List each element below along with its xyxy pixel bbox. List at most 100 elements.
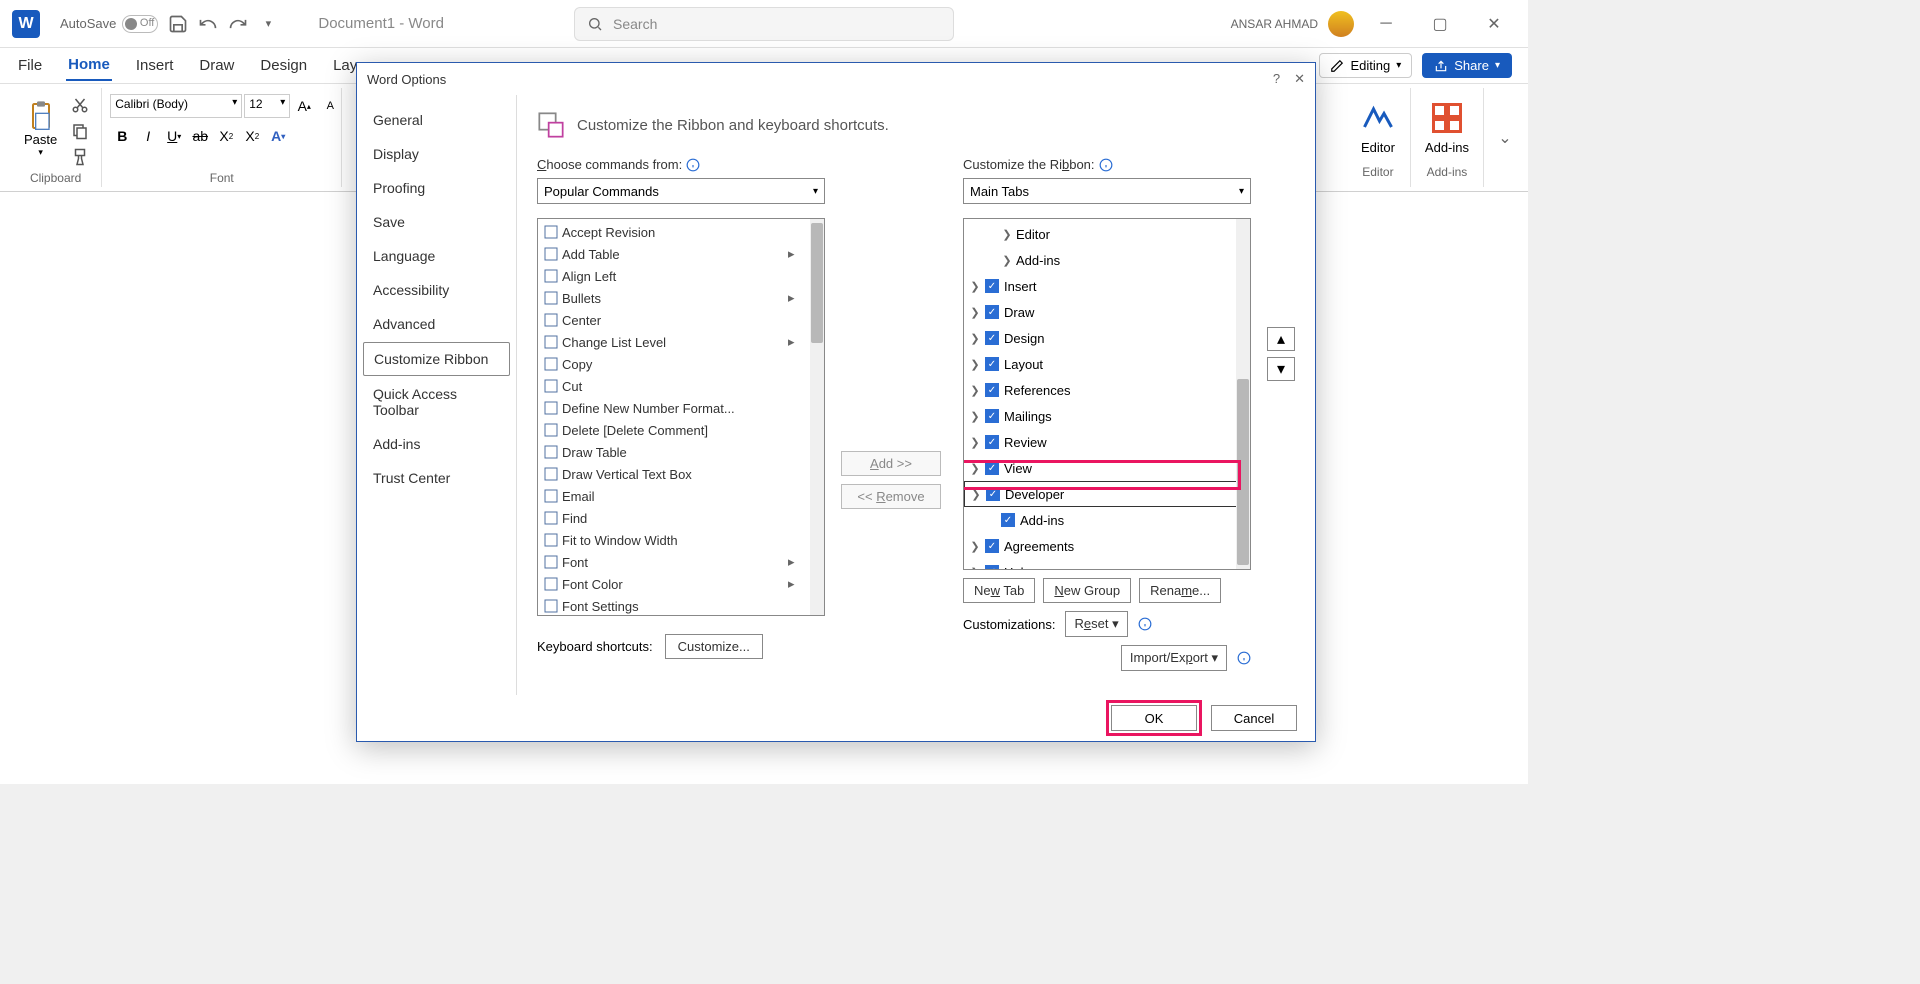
command-item[interactable]: Font▸ (538, 551, 824, 573)
strikethrough-button[interactable]: ab (188, 124, 212, 148)
bold-button[interactable]: B (110, 124, 134, 148)
increase-font-icon[interactable]: A▴ (292, 94, 316, 118)
info-icon[interactable] (1237, 651, 1251, 665)
command-item[interactable]: Font Settings (538, 595, 824, 616)
expander-icon[interactable]: ❯ (969, 488, 983, 501)
format-painter-icon[interactable] (71, 148, 89, 166)
nav-display[interactable]: Display (363, 138, 510, 170)
checkbox[interactable] (985, 305, 999, 319)
command-item[interactable]: Copy (538, 353, 824, 375)
add-button[interactable]: Add >> (841, 451, 941, 476)
command-item[interactable]: Align Left (538, 265, 824, 287)
tree-item-design[interactable]: ❯Design (964, 325, 1250, 351)
scrollbar[interactable] (810, 219, 824, 615)
command-item[interactable]: Delete [Delete Comment] (538, 419, 824, 441)
tab-draw[interactable]: Draw (197, 51, 236, 80)
ribbon-expand-button[interactable]: ⌄ (1492, 125, 1518, 151)
commands-listbox[interactable]: Accept RevisionAdd Table▸Align LeftBulle… (537, 218, 825, 616)
command-item[interactable]: Draw Vertical Text Box (538, 463, 824, 485)
expander-icon[interactable]: ❯ (968, 462, 982, 475)
checkbox[interactable] (985, 539, 999, 553)
info-icon[interactable] (1138, 617, 1152, 631)
font-name-select[interactable]: Calibri (Body)▾ (110, 94, 242, 118)
tab-home[interactable]: Home (66, 50, 112, 81)
expander-icon[interactable]: ❯ (968, 306, 982, 319)
underline-button[interactable]: U▾ (162, 124, 186, 148)
italic-button[interactable]: I (136, 124, 160, 148)
ribbon-tabs-select[interactable]: Main Tabs ▾ (963, 178, 1251, 204)
tree-item-developer[interactable]: ❯Developer (964, 481, 1250, 507)
share-button[interactable]: Share ▾ (1422, 53, 1512, 78)
addins-icon[interactable] (1429, 100, 1465, 136)
font-size-select[interactable]: 12▾ (244, 94, 290, 118)
expander-icon[interactable]: ❯ (968, 384, 982, 397)
tree-item-layout[interactable]: ❯Layout (964, 351, 1250, 377)
tab-file[interactable]: File (16, 51, 44, 80)
tree-item-insert[interactable]: ❯Insert (964, 273, 1250, 299)
cut-icon[interactable] (71, 96, 89, 114)
tree-item-editor[interactable]: ❯Editor (964, 221, 1250, 247)
expander-icon[interactable]: ❯ (968, 410, 982, 423)
checkbox[interactable] (985, 383, 999, 397)
checkbox[interactable] (985, 279, 999, 293)
new-tab-button[interactable]: New Tab (963, 578, 1035, 603)
qat-dropdown-icon[interactable]: ▾ (258, 14, 278, 34)
editing-mode-button[interactable]: Editing ▾ (1319, 53, 1412, 78)
close-icon[interactable]: ✕ (1294, 71, 1305, 87)
tab-insert[interactable]: Insert (134, 51, 176, 80)
help-button[interactable]: ? (1273, 71, 1280, 87)
expander-icon[interactable]: ❯ (968, 358, 982, 371)
tab-design[interactable]: Design (258, 51, 309, 80)
text-effects-button[interactable]: A▾ (266, 124, 290, 148)
reset-button[interactable]: Reset ▾ (1065, 611, 1127, 637)
expander-icon[interactable]: ❯ (968, 566, 982, 571)
maximize-button[interactable]: ▢ (1418, 9, 1462, 39)
ok-button[interactable]: OK (1111, 705, 1197, 731)
checkbox[interactable] (985, 565, 999, 570)
tree-item-review[interactable]: ❯Review (964, 429, 1250, 455)
checkbox[interactable] (1001, 513, 1015, 527)
subscript-button[interactable]: X2 (214, 124, 238, 148)
scrollbar[interactable] (1236, 219, 1250, 569)
nav-trust-center[interactable]: Trust Center (363, 462, 510, 494)
checkbox[interactable] (985, 435, 999, 449)
command-item[interactable]: Email (538, 485, 824, 507)
move-up-button[interactable]: ▴ (1267, 327, 1295, 351)
tree-item-draw[interactable]: ❯Draw (964, 299, 1250, 325)
nav-advanced[interactable]: Advanced (363, 308, 510, 340)
tree-item-agreements[interactable]: ❯Agreements (964, 533, 1250, 559)
checkbox[interactable] (985, 357, 999, 371)
tree-item-view[interactable]: ❯View (964, 455, 1250, 481)
nav-addins[interactable]: Add-ins (363, 428, 510, 460)
command-item[interactable]: Add Table▸ (538, 243, 824, 265)
info-icon[interactable] (686, 158, 700, 172)
nav-quick-access[interactable]: Quick Access Toolbar (363, 378, 510, 426)
paste-button[interactable]: Paste ▾ (18, 94, 63, 164)
redo-icon[interactable] (228, 14, 248, 34)
tree-item-add-ins[interactable]: Add-ins (964, 507, 1250, 533)
expander-icon[interactable]: ❯ (968, 540, 982, 553)
command-item[interactable]: Fit to Window Width (538, 529, 824, 551)
nav-accessibility[interactable]: Accessibility (363, 274, 510, 306)
avatar[interactable] (1328, 11, 1354, 37)
minimize-button[interactable]: ─ (1364, 9, 1408, 39)
tree-item-add-ins[interactable]: ❯Add-ins (964, 247, 1250, 273)
command-item[interactable]: Find (538, 507, 824, 529)
command-item[interactable]: Bullets▸ (538, 287, 824, 309)
tree-item-references[interactable]: ❯References (964, 377, 1250, 403)
nav-save[interactable]: Save (363, 206, 510, 238)
decrease-font-icon[interactable]: A (318, 94, 342, 118)
command-item[interactable]: Cut (538, 375, 824, 397)
nav-language[interactable]: Language (363, 240, 510, 272)
nav-proofing[interactable]: Proofing (363, 172, 510, 204)
save-icon[interactable] (168, 14, 188, 34)
expander-icon[interactable]: ❯ (1000, 254, 1014, 267)
cancel-button[interactable]: Cancel (1211, 705, 1297, 731)
command-item[interactable]: Define New Number Format... (538, 397, 824, 419)
move-down-button[interactable]: ▾ (1267, 357, 1295, 381)
superscript-button[interactable]: X2 (240, 124, 264, 148)
expander-icon[interactable]: ❯ (1000, 228, 1014, 241)
nav-general[interactable]: General (363, 104, 510, 136)
nav-customize-ribbon[interactable]: Customize Ribbon (363, 342, 510, 376)
tree-item-help[interactable]: ❯Help (964, 559, 1250, 570)
